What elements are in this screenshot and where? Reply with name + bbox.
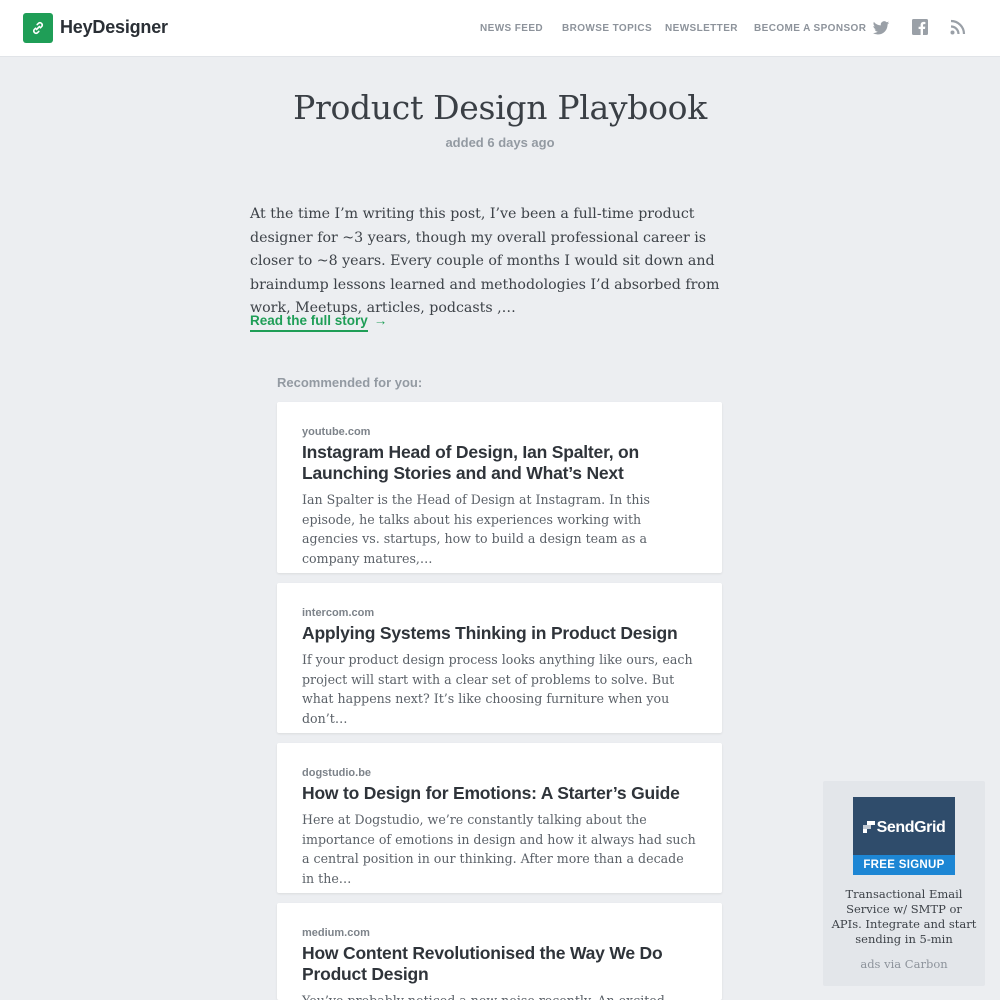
recommended-card[interactable]: medium.com How Content Revolutionised th… [277, 903, 722, 1000]
recommended-heading: Recommended for you: [277, 375, 423, 390]
ads-via-carbon-link[interactable]: ads via Carbon [823, 957, 985, 971]
card-description: Ian Spalter is the Head of Design at Ins… [302, 492, 650, 566]
card-title[interactable]: How to Design for Emotions: A Starter’s … [302, 783, 697, 804]
nav-become-a-sponsor[interactable]: BECOME A SPONSOR [754, 23, 866, 34]
article-title: Product Design Playbook [293, 88, 707, 127]
nav-browse-topics[interactable]: BROWSE TOPICS [562, 23, 652, 34]
facebook-icon[interactable] [912, 19, 930, 37]
ad-banner-image[interactable]: SendGrid FREE SIGNUP [853, 797, 955, 875]
card-description: You’ve probably noticed a new noise rece… [302, 991, 697, 1000]
recommended-card[interactable]: dogstudio.be How to Design for Emotions:… [277, 743, 722, 893]
added-timestamp: added 6 days ago [445, 135, 555, 150]
carbon-ad: SendGrid FREE SIGNUP Transactional Email… [823, 781, 985, 986]
card-description: If your product design process looks any… [302, 652, 693, 726]
sendgrid-logo: SendGrid [853, 819, 955, 837]
arrow-right-icon: → [373, 313, 388, 328]
card-source: youtube.com [302, 426, 371, 438]
card-source: intercom.com [302, 607, 375, 619]
recommended-card[interactable]: youtube.com Instagram Head of Design, Ia… [277, 402, 722, 573]
card-title[interactable]: How Content Revolutionised the Way We Do… [302, 943, 697, 985]
nav-news-feed[interactable]: NEWS FEED [480, 23, 543, 34]
ad-brand-name: SendGrid [876, 819, 946, 836]
brand-name[interactable]: HeyDesigner [60, 17, 168, 38]
card-source: dogstudio.be [302, 767, 372, 779]
card-title[interactable]: Instagram Head of Design, Ian Spalter, o… [302, 442, 697, 484]
twitter-icon[interactable] [872, 19, 890, 37]
article-excerpt: At the time I’m writing this post, I’ve … [250, 206, 720, 316]
read-full-story-label[interactable]: Read the full story [250, 313, 368, 332]
top-navigation-bar: HeyDesigner NEWS FEED BROWSE TOPICS NEWS… [0, 0, 1000, 57]
nav-newsletter[interactable]: NEWSLETTER [665, 23, 738, 34]
sendgrid-logo-icon [862, 820, 875, 833]
free-signup-button[interactable]: FREE SIGNUP [853, 855, 955, 875]
logo-link-icon[interactable] [23, 13, 53, 43]
card-title[interactable]: Applying Systems Thinking in Product Des… [302, 623, 697, 644]
read-full-story-link[interactable]: Read the full story → [250, 313, 388, 332]
rss-icon[interactable] [950, 19, 968, 37]
card-source: medium.com [302, 927, 370, 939]
recommended-card[interactable]: intercom.com Applying Systems Thinking i… [277, 583, 722, 733]
card-description: Here at Dogstudio, we’re constantly talk… [302, 812, 696, 886]
ad-description[interactable]: Transactional Email Service w/ SMTP or A… [831, 887, 977, 947]
